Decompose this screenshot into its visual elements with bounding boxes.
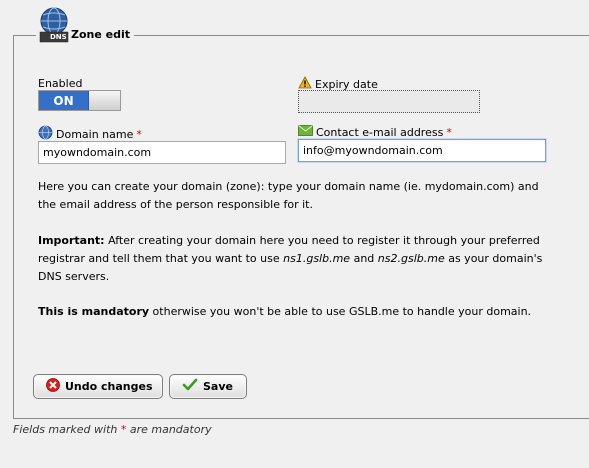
intro-paragraph: Here you can create your domain (zone): … bbox=[38, 180, 539, 211]
mandatory-label: This is mandatory bbox=[38, 305, 150, 318]
green-check-icon bbox=[182, 378, 198, 395]
enabled-label: Enabled bbox=[38, 77, 82, 90]
contact-email-input[interactable] bbox=[298, 139, 546, 162]
footnote-after: are mandatory bbox=[126, 423, 212, 436]
red-x-icon bbox=[46, 378, 60, 395]
expiry-label-text: Expiry date bbox=[315, 77, 378, 91]
undo-changes-button[interactable]: Undo changes bbox=[33, 374, 163, 399]
panel-title: Zone edit bbox=[71, 28, 131, 41]
toggle-handle[interactable] bbox=[89, 91, 120, 110]
email-required-marker: * bbox=[446, 125, 452, 139]
dns-logo-badge-text: DNS bbox=[50, 33, 67, 41]
ns1-text: ns1.gslb.me bbox=[283, 252, 351, 265]
save-label: Save bbox=[203, 380, 233, 393]
save-button[interactable]: Save bbox=[169, 374, 247, 399]
toggle-on-segment: ON bbox=[39, 91, 89, 110]
email-label-text: Contact e-mail address bbox=[316, 125, 444, 139]
envelope-icon bbox=[298, 125, 313, 139]
footnote-before: Fields marked with bbox=[13, 423, 121, 436]
mandatory-paragraph: This is mandatory otherwise you won't be… bbox=[38, 303, 558, 321]
important-label: Important: bbox=[38, 234, 105, 247]
enabled-toggle[interactable]: ON bbox=[38, 90, 121, 111]
ns2-text: ns2.gslb.me bbox=[377, 252, 445, 265]
important-paragraph: Important: After creating your domain he… bbox=[38, 232, 558, 286]
and-text: and bbox=[350, 252, 378, 265]
undo-changes-label: Undo changes bbox=[65, 380, 153, 393]
email-label: Contact e-mail address * bbox=[298, 125, 452, 139]
domain-label-text: Domain name bbox=[56, 127, 134, 141]
expiry-date-field bbox=[298, 90, 480, 113]
mandatory-text: otherwise you won't be able to use GSLB.… bbox=[149, 305, 532, 318]
domain-required-marker: * bbox=[136, 127, 142, 141]
enabled-label-text: Enabled bbox=[38, 77, 83, 90]
mandatory-footnote: Fields marked with * are mandatory bbox=[13, 423, 212, 436]
domain-name-input[interactable] bbox=[38, 141, 286, 164]
zone-edit-legend: DNS Zone edit bbox=[36, 6, 135, 46]
